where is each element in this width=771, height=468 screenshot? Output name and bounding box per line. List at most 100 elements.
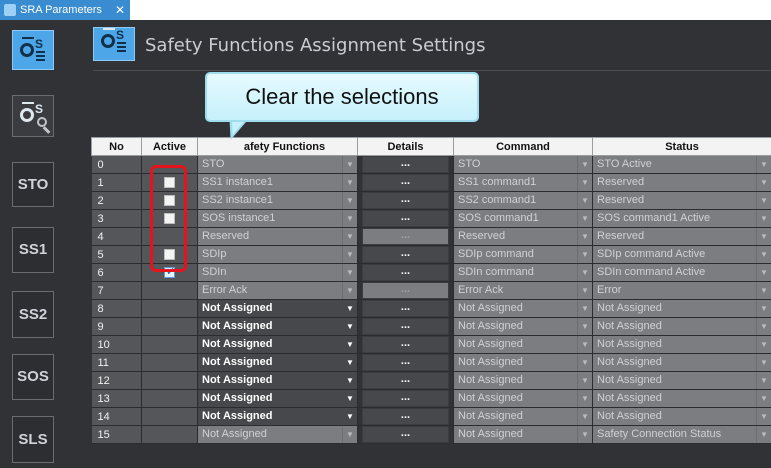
command-dropdown[interactable]: Not Assigned ▼ (454, 372, 592, 389)
sidebar-button-sto[interactable]: STO (12, 162, 54, 207)
details-button[interactable]: ... (362, 318, 449, 335)
chevron-down-icon[interactable]: ▼ (577, 354, 592, 371)
command-dropdown[interactable]: SDIn command ▼ (454, 264, 592, 281)
chevron-down-icon[interactable]: ▼ (577, 372, 592, 389)
safety-function-dropdown[interactable]: Not Assigned ▼ (198, 426, 357, 443)
safety-function-dropdown[interactable]: SS1 instance1 ▼ (198, 174, 357, 191)
chevron-down-icon[interactable]: ▼ (756, 156, 771, 173)
chevron-down-icon[interactable]: ▼ (342, 174, 357, 191)
command-dropdown[interactable]: Not Assigned ▼ (454, 390, 592, 407)
chevron-down-icon[interactable]: ▼ (577, 246, 592, 263)
details-button[interactable]: ... (362, 300, 449, 317)
details-button[interactable]: ... (362, 210, 449, 227)
safety-function-dropdown[interactable]: Not Assigned ▼ (198, 408, 357, 425)
chevron-down-icon[interactable]: ▼ (342, 372, 357, 389)
safety-function-dropdown[interactable]: SS2 instance1 ▼ (198, 192, 357, 209)
safety-function-dropdown[interactable]: SDIn ▼ (198, 264, 357, 281)
command-dropdown[interactable]: Not Assigned ▼ (454, 336, 592, 353)
status-dropdown[interactable]: STO Active ▼ (593, 156, 771, 173)
status-dropdown[interactable]: Not Assigned ▼ (593, 390, 771, 407)
chevron-down-icon[interactable]: ▼ (756, 372, 771, 389)
command-dropdown[interactable]: Not Assigned ▼ (454, 354, 592, 371)
command-dropdown[interactable]: Not Assigned ▼ (454, 300, 592, 317)
status-dropdown[interactable]: SDIn command Active ▼ (593, 264, 771, 281)
details-button[interactable]: ... (362, 372, 449, 389)
chevron-down-icon[interactable]: ▼ (756, 228, 771, 245)
command-dropdown[interactable]: SS2 command1 ▼ (454, 192, 592, 209)
chevron-down-icon[interactable]: ▼ (756, 192, 771, 209)
chevron-down-icon[interactable]: ▼ (342, 318, 357, 335)
command-dropdown[interactable]: Not Assigned ▼ (454, 408, 592, 425)
status-dropdown[interactable]: Not Assigned ▼ (593, 300, 771, 317)
safety-settings-button[interactable]: S (12, 30, 54, 70)
chevron-down-icon[interactable]: ▼ (577, 408, 592, 425)
chevron-down-icon[interactable]: ▼ (756, 300, 771, 317)
details-button[interactable]: ... (362, 156, 449, 173)
safety-function-dropdown[interactable]: SOS instance1 ▼ (198, 210, 357, 227)
command-dropdown[interactable]: Not Assigned ▼ (454, 318, 592, 335)
details-button[interactable]: ... (362, 174, 449, 191)
chevron-down-icon[interactable]: ▼ (577, 426, 592, 443)
chevron-down-icon[interactable]: ▼ (342, 210, 357, 227)
chevron-down-icon[interactable]: ▼ (342, 336, 357, 353)
chevron-down-icon[interactable]: ▼ (756, 408, 771, 425)
status-dropdown[interactable]: Not Assigned ▼ (593, 336, 771, 353)
chevron-down-icon[interactable]: ▼ (756, 210, 771, 227)
safety-function-dropdown[interactable]: Not Assigned ▼ (198, 372, 357, 389)
chevron-down-icon[interactable]: ▼ (577, 336, 592, 353)
command-dropdown[interactable]: STO ▼ (454, 156, 592, 173)
close-icon[interactable]: ✕ (115, 0, 125, 20)
chevron-down-icon[interactable]: ▼ (756, 390, 771, 407)
status-dropdown[interactable]: Not Assigned ▼ (593, 372, 771, 389)
chevron-down-icon[interactable]: ▼ (756, 426, 771, 443)
details-button[interactable]: ... (362, 408, 449, 425)
chevron-down-icon[interactable]: ▼ (577, 192, 592, 209)
details-button[interactable]: ... (362, 336, 449, 353)
chevron-down-icon[interactable]: ▼ (756, 264, 771, 281)
chevron-down-icon[interactable]: ▼ (342, 390, 357, 407)
safety-function-dropdown[interactable]: Not Assigned ▼ (198, 336, 357, 353)
sidebar-button-ss2[interactable]: SS2 (12, 291, 54, 338)
chevron-down-icon[interactable]: ▼ (342, 246, 357, 263)
chevron-down-icon[interactable]: ▼ (756, 318, 771, 335)
safety-function-dropdown[interactable]: Not Assigned ▼ (198, 318, 357, 335)
command-dropdown[interactable]: SS1 command1 ▼ (454, 174, 592, 191)
chevron-down-icon[interactable]: ▼ (577, 174, 592, 191)
safety-function-dropdown[interactable]: SDIp ▼ (198, 246, 357, 263)
details-button[interactable]: ... (362, 246, 449, 263)
chevron-down-icon[interactable]: ▼ (342, 156, 357, 173)
status-dropdown[interactable]: Safety Connection Status ▼ (593, 426, 771, 443)
sidebar-button-sls[interactable]: SLS (12, 416, 54, 463)
command-dropdown[interactable]: Not Assigned ▼ (454, 426, 592, 443)
chevron-down-icon[interactable]: ▼ (756, 282, 771, 299)
details-button[interactable]: ... (362, 264, 449, 281)
chevron-down-icon[interactable]: ▼ (577, 390, 592, 407)
chevron-down-icon[interactable]: ▼ (342, 192, 357, 209)
chevron-down-icon[interactable]: ▼ (342, 300, 357, 317)
status-dropdown[interactable]: Reserved ▼ (593, 228, 771, 245)
chevron-down-icon[interactable]: ▼ (577, 228, 592, 245)
chevron-down-icon[interactable]: ▼ (756, 174, 771, 191)
status-dropdown[interactable]: Not Assigned ▼ (593, 318, 771, 335)
chevron-down-icon[interactable]: ▼ (342, 354, 357, 371)
safety-function-dropdown[interactable]: Error Ack ▼ (198, 282, 357, 299)
chevron-down-icon[interactable]: ▼ (577, 264, 592, 281)
details-button[interactable]: ... (362, 390, 449, 407)
safety-function-dropdown[interactable]: Not Assigned ▼ (198, 354, 357, 371)
command-dropdown[interactable]: Reserved ▼ (454, 228, 592, 245)
command-dropdown[interactable]: SDIp command ▼ (454, 246, 592, 263)
chevron-down-icon[interactable]: ▼ (756, 354, 771, 371)
chevron-down-icon[interactable]: ▼ (577, 210, 592, 227)
chevron-down-icon[interactable]: ▼ (342, 408, 357, 425)
status-dropdown[interactable]: Not Assigned ▼ (593, 354, 771, 371)
status-dropdown[interactable]: Not Assigned ▼ (593, 408, 771, 425)
safety-function-dropdown[interactable]: Reserved ▼ (198, 228, 357, 245)
details-button[interactable]: ... (362, 426, 449, 443)
chevron-down-icon[interactable]: ▼ (577, 300, 592, 317)
chevron-down-icon[interactable]: ▼ (342, 228, 357, 245)
safety-function-dropdown[interactable]: STO ▼ (198, 156, 357, 173)
status-dropdown[interactable]: Reserved ▼ (593, 192, 771, 209)
status-dropdown[interactable]: Error ▼ (593, 282, 771, 299)
details-button[interactable]: ... (362, 228, 449, 245)
status-dropdown[interactable]: SDIp command Active ▼ (593, 246, 771, 263)
